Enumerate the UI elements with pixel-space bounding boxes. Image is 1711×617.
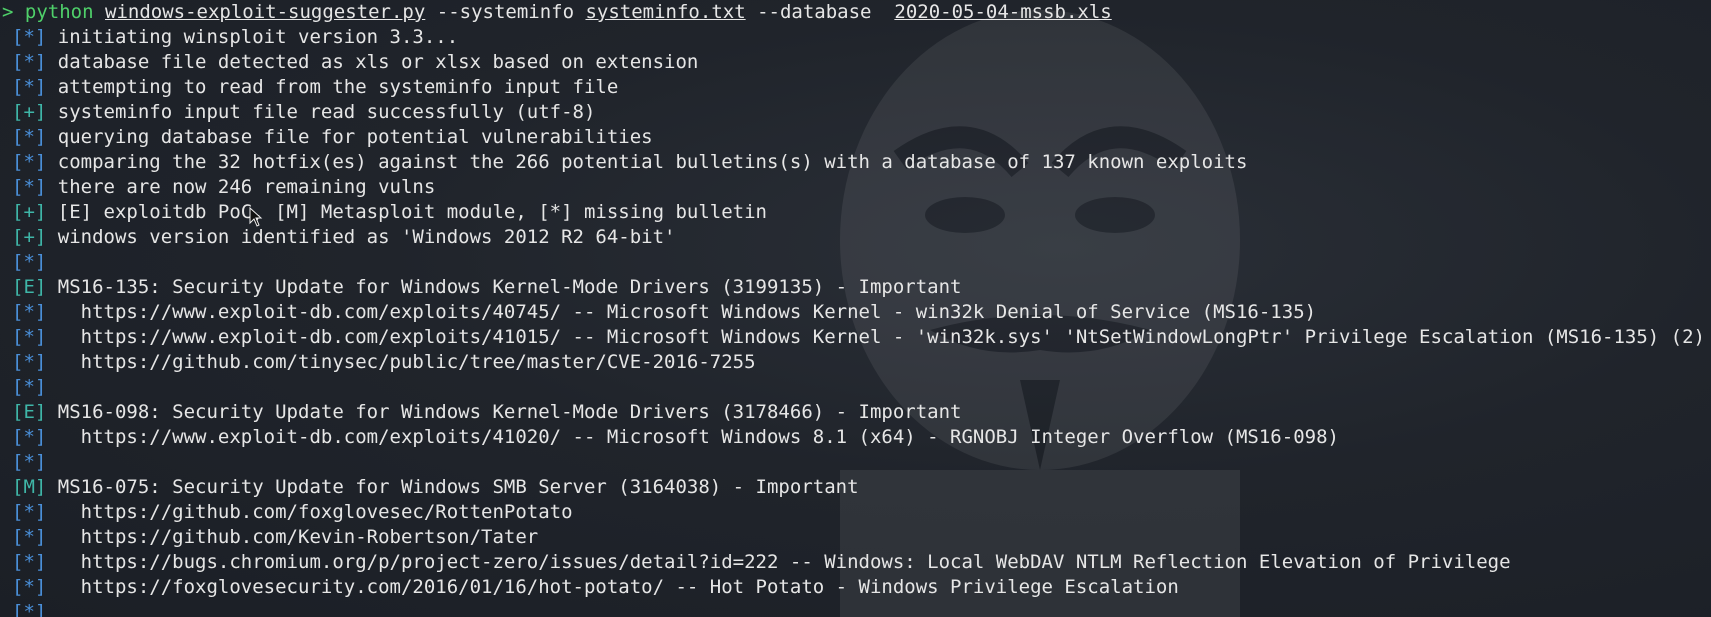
output-line-tag: [*] bbox=[12, 351, 47, 373]
command-line[interactable]: > python windows-exploit-suggester.py --… bbox=[0, 0, 1711, 25]
output-line-tag: [*] bbox=[12, 301, 47, 323]
output-line-tag: [*] bbox=[12, 526, 47, 548]
output-line-tag: [E] bbox=[12, 276, 47, 298]
output-line: [*] attempting to read from the systemin… bbox=[0, 75, 1711, 100]
output-line: [*] https://www.exploit-db.com/exploits/… bbox=[0, 425, 1711, 450]
command-arg-systeminfo-value: systeminfo.txt bbox=[585, 1, 746, 23]
output-line: [*] https://bugs.chromium.org/p/project-… bbox=[0, 550, 1711, 575]
output-line-text: there are now 246 remaining vulns bbox=[57, 176, 436, 198]
output-line: [*] comparing the 32 hotfix(es) against … bbox=[0, 150, 1711, 175]
output-line: [M] MS16-075: Security Update for Window… bbox=[0, 475, 1711, 500]
output-line: [E] MS16-098: Security Update for Window… bbox=[0, 400, 1711, 425]
command-script: windows-exploit-suggester.py bbox=[105, 1, 426, 23]
output-line-text: querying database file for potential vul… bbox=[57, 126, 653, 148]
output-line: [*] https://www.exploit-db.com/exploits/… bbox=[0, 300, 1711, 325]
output-line-text: MS16-135: Security Update for Windows Ke… bbox=[57, 276, 962, 298]
output-line-tag: [+] bbox=[12, 101, 47, 123]
output-line-tag: [*] bbox=[12, 176, 47, 198]
output-line-text: MS16-075: Security Update for Windows SM… bbox=[57, 476, 859, 498]
mouse-pointer-icon bbox=[249, 207, 263, 227]
output-line: [*] database file detected as xls or xls… bbox=[0, 50, 1711, 75]
output-line-text: https://www.exploit-db.com/exploits/4101… bbox=[57, 326, 1705, 348]
output-line: [*] https://www.exploit-db.com/exploits/… bbox=[0, 325, 1711, 350]
output-line-text: initiating winsploit version 3.3... bbox=[57, 26, 459, 48]
output-line-tag: [*] bbox=[12, 501, 47, 523]
output-line-text: https://www.exploit-db.com/exploits/4074… bbox=[57, 301, 1317, 323]
output-line-text: [E] exploitdb PoC, [M] Metasploit module… bbox=[57, 201, 767, 223]
output-line: [*] bbox=[0, 600, 1711, 617]
output-line-text: https://www.exploit-db.com/exploits/4102… bbox=[57, 426, 1339, 448]
output-line-tag: [*] bbox=[12, 326, 47, 348]
output-line-text: https://github.com/foxglovesec/RottenPot… bbox=[57, 501, 573, 523]
command-arg-systeminfo: --systeminfo bbox=[436, 1, 575, 23]
output-line: [*] bbox=[0, 250, 1711, 275]
output-line: [*] https://github.com/foxglovesec/Rotte… bbox=[0, 500, 1711, 525]
output-lines: [*] initiating winsploit version 3.3...[… bbox=[0, 25, 1711, 617]
output-line-tag: [*] bbox=[12, 576, 47, 598]
output-line-tag: [*] bbox=[12, 451, 47, 473]
output-line: [*] https://foxglovesecurity.com/2016/01… bbox=[0, 575, 1711, 600]
output-line-tag: [*] bbox=[12, 551, 47, 573]
output-line-text: comparing the 32 hotfix(es) against the … bbox=[57, 151, 1248, 173]
output-line-tag: [*] bbox=[12, 26, 47, 48]
output-line-tag: [*] bbox=[12, 251, 47, 273]
output-line-text: database file detected as xls or xlsx ba… bbox=[57, 51, 699, 73]
output-line-text: MS16-098: Security Update for Windows Ke… bbox=[57, 401, 962, 423]
output-line: [+] windows version identified as 'Windo… bbox=[0, 225, 1711, 250]
output-line: [+] systeminfo input file read successfu… bbox=[0, 100, 1711, 125]
output-line-text: https://bugs.chromium.org/p/project-zero… bbox=[57, 551, 1511, 573]
output-line: [E] MS16-135: Security Update for Window… bbox=[0, 275, 1711, 300]
output-line-tag: [*] bbox=[12, 426, 47, 448]
output-line: [*] there are now 246 remaining vulns bbox=[0, 175, 1711, 200]
output-line-tag: [*] bbox=[12, 601, 47, 617]
output-line: [*] querying database file for potential… bbox=[0, 125, 1711, 150]
output-line-text: systeminfo input file read successfully … bbox=[57, 101, 596, 123]
output-line-text: https://github.com/tinysec/public/tree/m… bbox=[57, 351, 756, 373]
output-line-text: https://foxglovesecurity.com/2016/01/16/… bbox=[57, 576, 1179, 598]
terminal-output: > python windows-exploit-suggester.py --… bbox=[0, 0, 1711, 617]
output-line-text: windows version identified as 'Windows 2… bbox=[57, 226, 676, 248]
output-line-text: https://github.com/Kevin-Robertson/Tater bbox=[57, 526, 539, 548]
output-line: [*] https://github.com/tinysec/public/tr… bbox=[0, 350, 1711, 375]
prompt-symbol: > bbox=[2, 1, 14, 23]
output-line-tag: [*] bbox=[12, 51, 47, 73]
output-line-tag: [*] bbox=[12, 126, 47, 148]
output-line-tag: [E] bbox=[12, 401, 47, 423]
output-line-tag: [*] bbox=[12, 376, 47, 398]
output-line: [*] bbox=[0, 375, 1711, 400]
output-line: [*] bbox=[0, 450, 1711, 475]
output-line-tag: [*] bbox=[12, 151, 47, 173]
output-line: [*] https://github.com/Kevin-Robertson/T… bbox=[0, 525, 1711, 550]
command-arg-database: --database bbox=[757, 1, 872, 23]
output-line-tag: [+] bbox=[12, 201, 47, 223]
command-program: python bbox=[24, 1, 94, 23]
output-line-text: attempting to read from the systeminfo i… bbox=[57, 76, 619, 98]
output-line: [*] initiating winsploit version 3.3... bbox=[0, 25, 1711, 50]
command-arg-database-value: 2020-05-04-mssb.xls bbox=[894, 1, 1112, 23]
output-line-tag: [+] bbox=[12, 226, 47, 248]
output-line-tag: [M] bbox=[12, 476, 47, 498]
output-line-tag: [*] bbox=[12, 76, 47, 98]
terminal-window[interactable]: > python windows-exploit-suggester.py --… bbox=[0, 0, 1711, 617]
